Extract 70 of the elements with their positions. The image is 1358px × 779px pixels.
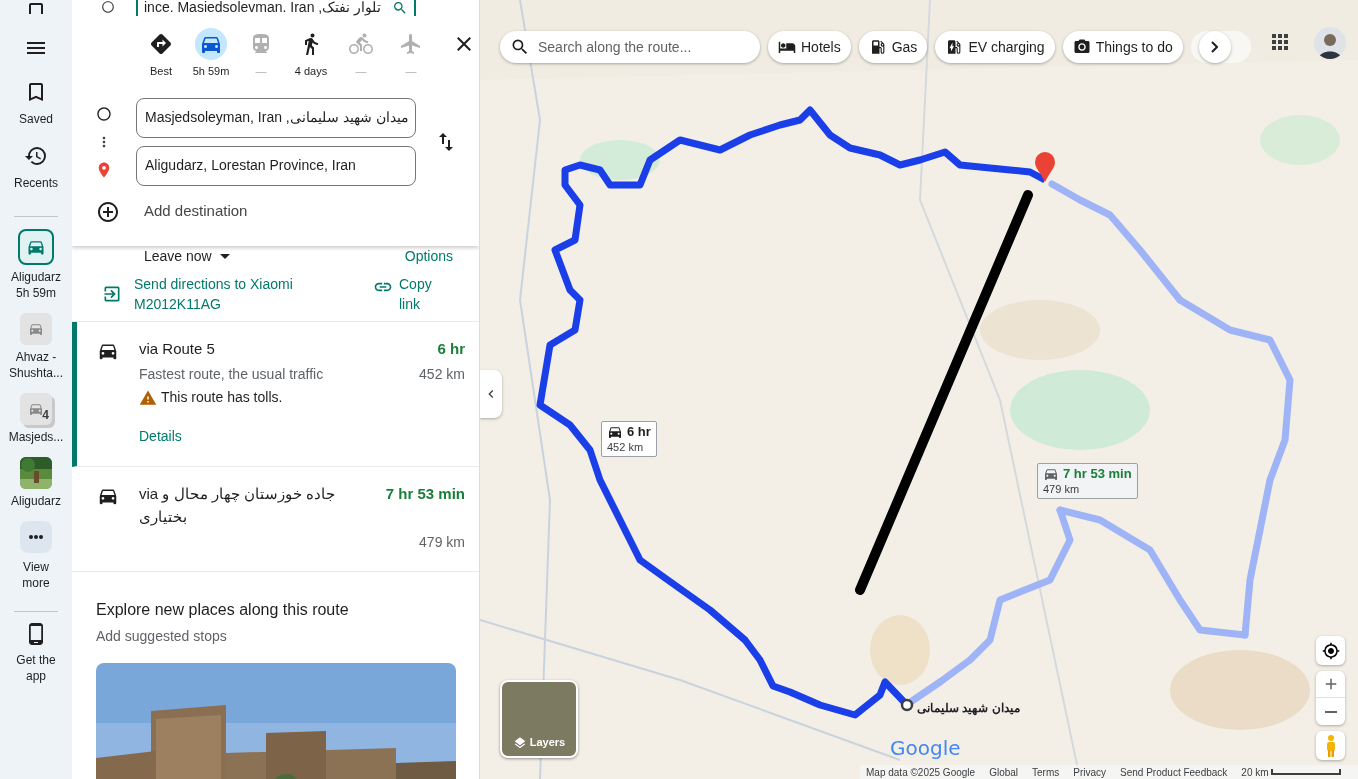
category-chip[interactable]: EV charging: [935, 31, 1055, 63]
details-link[interactable]: Details: [139, 426, 182, 447]
route-callout[interactable]: 6 hr 452 km: [601, 421, 657, 457]
route-description: Fastest route, the usual traffic: [139, 365, 324, 384]
route-duration: 6 hr: [437, 338, 465, 359]
travel-mode-tab[interactable]: 4 days: [286, 28, 336, 80]
recent-item[interactable]: 4 Masjeds...: [1, 393, 71, 445]
my-location-button[interactable]: [1316, 636, 1345, 665]
route-duration: 7 hr 53 min: [385, 484, 465, 504]
copy-link-button[interactable]: Copy link: [373, 273, 439, 314]
caret-icon: [219, 253, 230, 259]
car-icon: [607, 424, 623, 440]
travel-mode-tab[interactable]: Best: [136, 28, 186, 80]
layers-button[interactable]: Layers: [500, 680, 578, 758]
route-callout[interactable]: 7 hr 53 min 479 km: [1037, 463, 1138, 499]
location-field[interactable]: Masjedsoleyman, Iran ,میدان شهید سلیمانی: [136, 97, 416, 138]
location-field[interactable]: Aligudarz, Lorestan Province, Iran: [136, 145, 416, 186]
car-icon: [28, 321, 44, 337]
history-icon: [24, 144, 48, 168]
layers-icon: [512, 736, 527, 750]
footer-link[interactable]: Global: [989, 764, 1019, 779]
scale-label: 20 km: [1241, 765, 1269, 779]
warning-icon: [139, 388, 157, 407]
car-icon: [1043, 466, 1059, 482]
add-icon: [96, 199, 120, 224]
options-link[interactable]: Options: [404, 245, 453, 267]
footer-link[interactable]: Privacy: [1073, 764, 1107, 779]
travel-mode-tab[interactable]: 5h 59m: [186, 28, 236, 80]
toll-warning: This route has tolls.: [161, 388, 283, 407]
scale-bar: [1270, 769, 1341, 775]
count-label: 4: [42, 407, 49, 423]
route-name: via Route 5: [139, 338, 215, 359]
route-search-field[interactable]: Search along the route...: [500, 31, 760, 63]
route-distance: 452 km: [419, 365, 465, 384]
leave-now-dropdown[interactable]: Leave now: [144, 245, 230, 267]
section-title: Explore new places along this route: [96, 600, 350, 620]
google-logo: Google: [890, 735, 961, 762]
origin-icon: [96, 105, 112, 122]
search-icon: [392, 0, 408, 16]
footer-link[interactable]: Terms: [1032, 764, 1060, 779]
location-target-icon: [1321, 641, 1340, 660]
search-icon: [510, 37, 530, 57]
more-icon: [29, 535, 43, 539]
destination-pin: [1035, 152, 1055, 182]
place-label: میدان شهید سلیمانی: [917, 702, 1020, 715]
footer-link[interactable]: Send Product Feedback: [1120, 764, 1228, 779]
chevron-right-icon: [1211, 41, 1219, 53]
car-icon: [28, 401, 44, 417]
send-directions-link[interactable]: Send directions to Xiaomi M2012K11AG: [102, 273, 324, 314]
recent-item[interactable]: Ahvaz - Shushta...: [1, 313, 71, 381]
get-app-button[interactable]: Get the app: [11, 622, 61, 684]
route-distance: 479 km: [419, 533, 465, 552]
turn-sign-icon: [149, 32, 173, 56]
origin-marker: [900, 698, 914, 712]
bicycle-icon: [349, 32, 373, 56]
view-more-button[interactable]: View more: [16, 521, 56, 591]
category-chip[interactable]: Hotels: [768, 31, 851, 63]
minus-icon: [1324, 710, 1337, 713]
add-destination-button[interactable]: Add destination: [96, 199, 248, 224]
recent-item[interactable]: Aligudarz 5h 59m: [1, 229, 71, 301]
recent-item[interactable]: Aligudarz: [1, 457, 71, 509]
rail-item[interactable]: Recents: [4, 144, 68, 192]
route-name: via جاده خوزستان چهار محال و بختیاری: [139, 484, 336, 528]
section-subtitle: Add suggested stops: [96, 627, 228, 646]
airplane-icon: [399, 32, 423, 56]
rail-item[interactable]: Saved: [4, 80, 68, 128]
category-chip[interactable]: Things to do: [1062, 31, 1183, 63]
origin-icon: [101, 0, 115, 14]
camera-icon: [1072, 38, 1091, 56]
search-field[interactable]: ince. Masiedsolevman. Iran ,تلوار نفتک: [136, 0, 416, 16]
